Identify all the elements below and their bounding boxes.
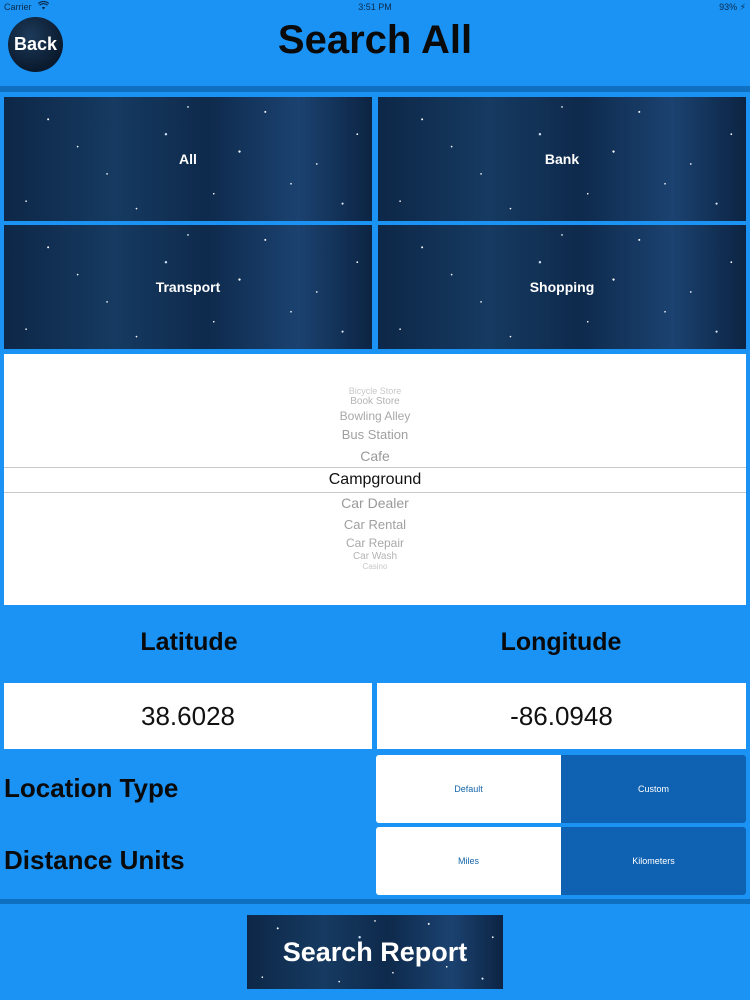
page-title: Search All [277, 18, 473, 62]
picker-row[interactable]: Bicycle Store [4, 386, 746, 396]
longitude-label: Longitude [500, 628, 622, 656]
category-tile-transport[interactable]: Transport [4, 225, 372, 349]
picker-row[interactable]: Bowling Alley [4, 409, 746, 423]
location-type-default-segment[interactable]: Default [376, 755, 561, 823]
location-type-custom-segment[interactable]: Custom [561, 755, 746, 823]
header-divider [0, 86, 750, 92]
picker-selection-top-line [4, 467, 746, 468]
status-bar: Carrier 3:51 PM 93% ⚡ [0, 0, 750, 14]
picker-row[interactable]: Casino [4, 562, 746, 571]
footer-divider [0, 899, 750, 904]
battery-indicator: 93% ⚡ [719, 2, 746, 12]
picker-row[interactable]: Car Wash [4, 551, 746, 562]
picker-row[interactable]: Car Rental [4, 517, 746, 532]
location-type-segmented-control[interactable]: Default Custom [376, 755, 746, 823]
picker-selection-bottom-line [4, 492, 746, 493]
picker-row[interactable]: Car Repair [4, 536, 746, 550]
location-type-label: Location Type [4, 773, 179, 803]
category-tile-shopping[interactable]: Shopping [378, 225, 746, 349]
longitude-field[interactable]: -86.0948 [377, 683, 746, 749]
distance-units-miles-segment[interactable]: Miles [376, 827, 561, 895]
search-report-button[interactable]: Search Report [247, 915, 503, 989]
category-tile-bank[interactable]: Bank [378, 97, 746, 221]
picker-row[interactable]: Bus Station [4, 427, 746, 442]
picker-row[interactable]: Book Store [4, 396, 746, 407]
place-type-picker[interactable]: Bicycle Store Book Store Bowling Alley B… [4, 354, 746, 605]
picker-selected-row[interactable]: Campground [4, 471, 746, 489]
distance-units-label: Distance Units [4, 845, 185, 875]
category-tile-all[interactable]: All [4, 97, 372, 221]
picker-row[interactable]: Cafe [4, 448, 746, 464]
latitude-label: Latitude [140, 628, 238, 656]
status-time: 3:51 PM [358, 2, 392, 12]
picker-row[interactable]: Car Dealer [4, 495, 746, 511]
latitude-field[interactable]: 38.6028 [4, 683, 372, 749]
distance-units-kilometers-segment[interactable]: Kilometers [561, 827, 746, 895]
distance-units-segmented-control[interactable]: Miles Kilometers [376, 827, 746, 895]
